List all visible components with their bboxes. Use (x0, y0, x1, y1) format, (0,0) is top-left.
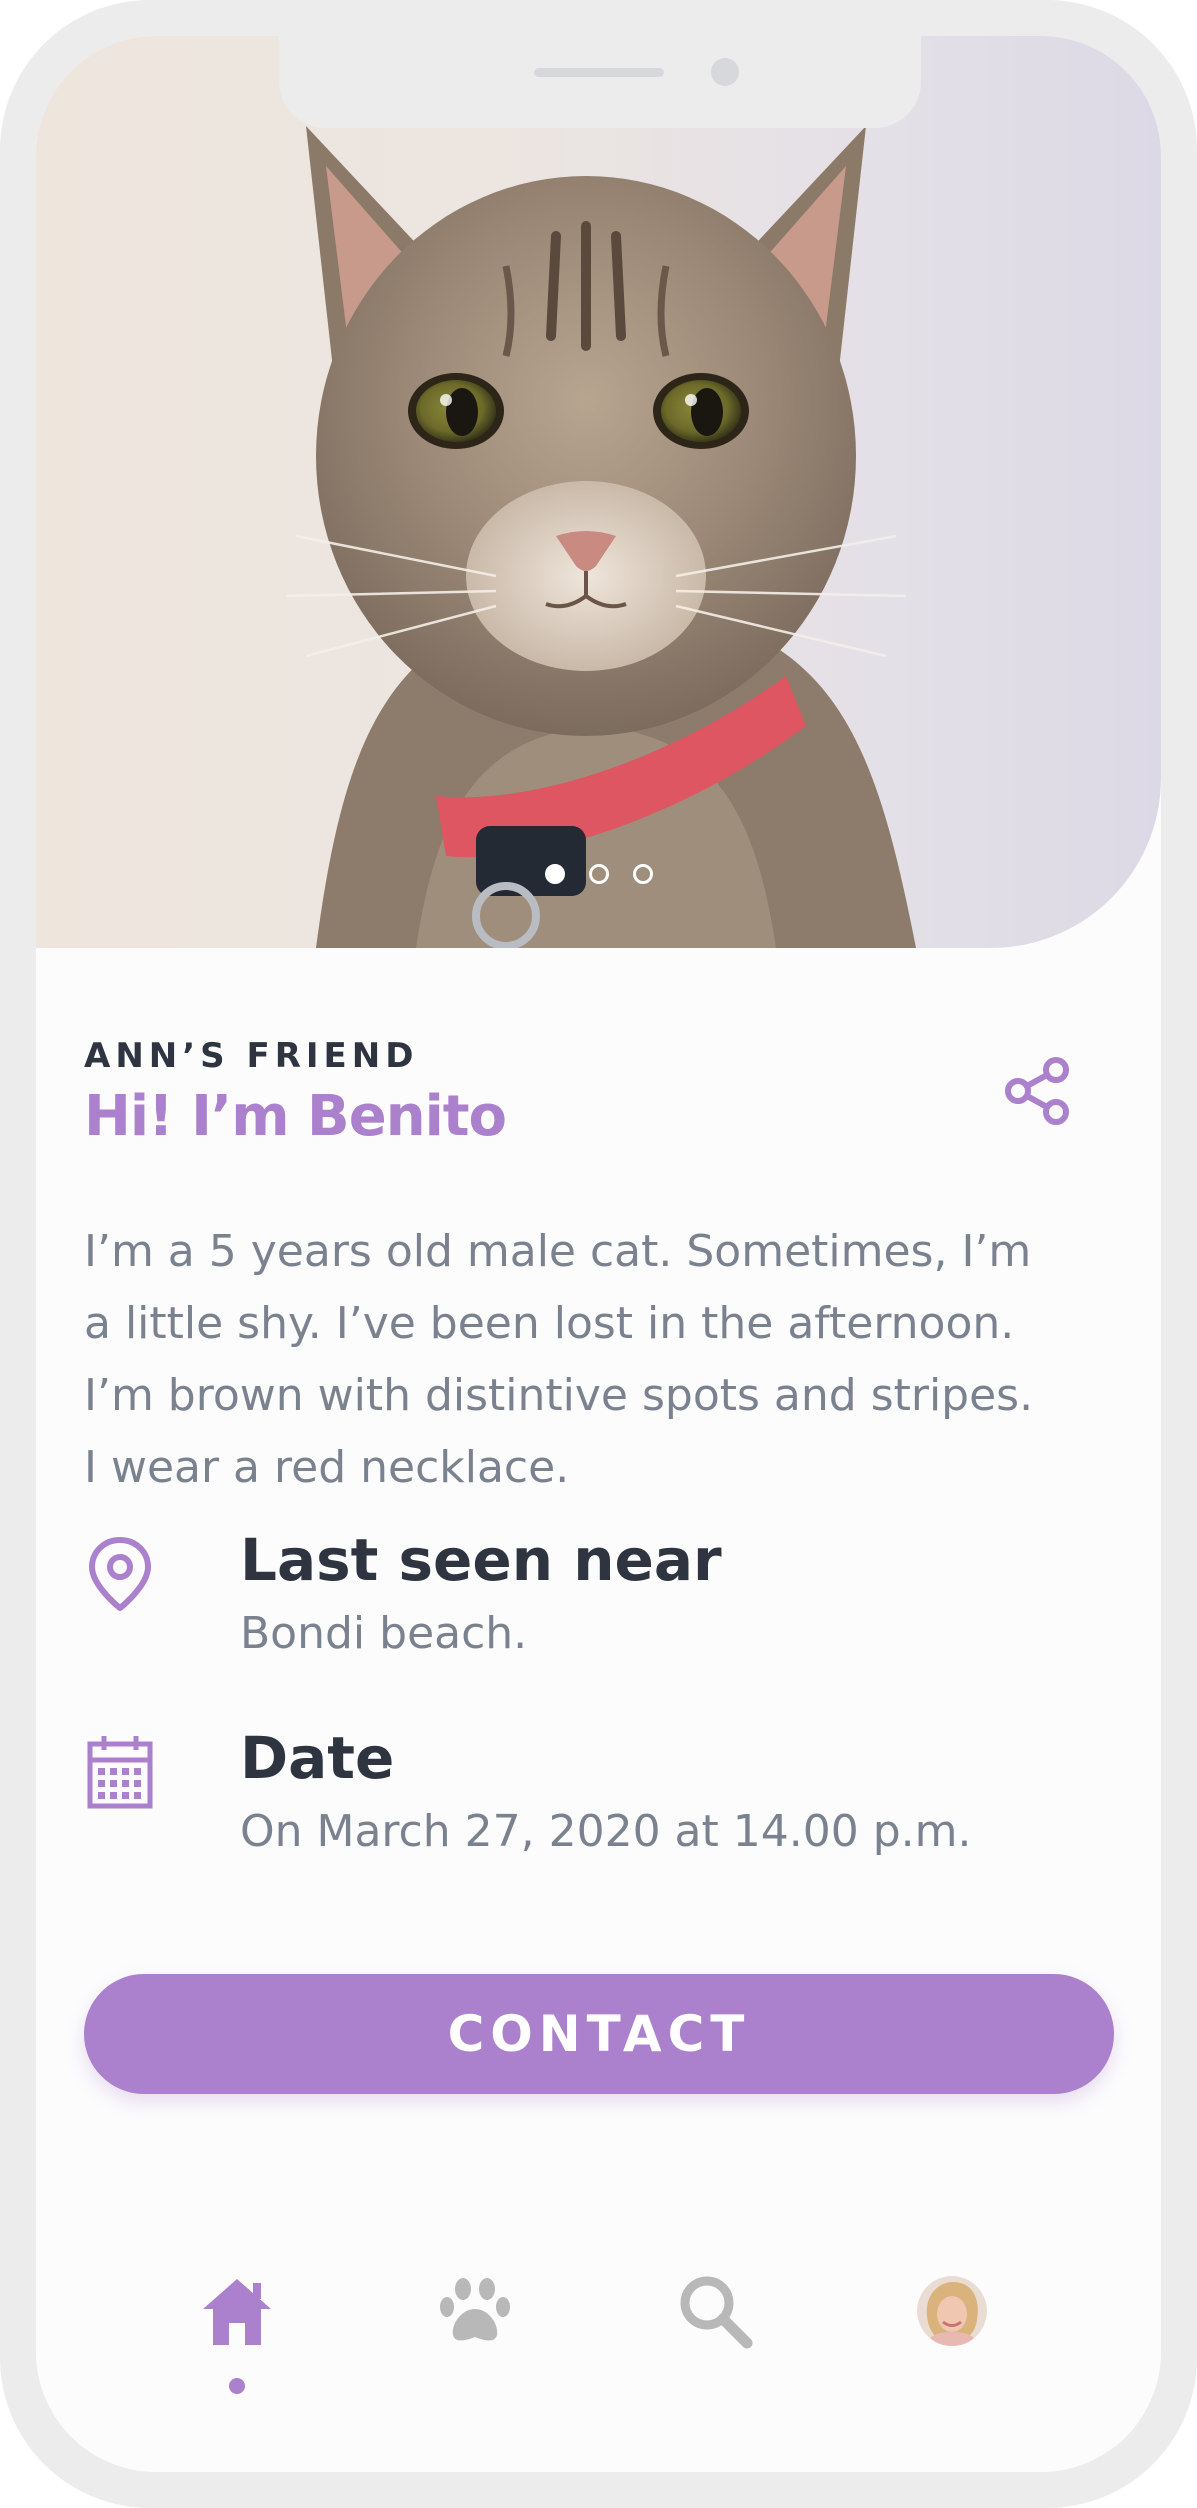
tab-home[interactable] (192, 2266, 282, 2356)
tab-pets[interactable] (430, 2266, 520, 2356)
phone-frame: ANN’S FRIEND Hi! I’m Benito I’m a 5 year… (0, 0, 1197, 2508)
pet-photo-carousel[interactable] (36, 36, 1161, 948)
photo-pager (36, 864, 1161, 884)
contact-button[interactable]: CONTACT (84, 1974, 1114, 2094)
description-line: a little shy. I’ve been lost in the afte… (84, 1298, 1015, 1349)
pager-dot-2[interactable] (588, 864, 609, 884)
paw-icon (440, 2278, 510, 2341)
owner-label: ANN’S FRIEND (84, 1036, 419, 1076)
date-value: On March 27, 2020 at 14.00 p.m. (240, 1806, 972, 1857)
bottom-tab-bar (36, 2266, 1161, 2386)
pager-dot-1[interactable] (544, 864, 565, 884)
share-icon[interactable] (1004, 1056, 1074, 1126)
app-screen: ANN’S FRIEND Hi! I’m Benito I’m a 5 year… (36, 36, 1161, 2472)
calendar-icon (87, 1736, 153, 1809)
description-line: I wear a red necklace. (84, 1442, 570, 1493)
tab-profile[interactable] (907, 2266, 997, 2356)
date-label: Date (240, 1724, 395, 1792)
cat-photo (285, 126, 916, 948)
tab-search[interactable] (670, 2266, 760, 2356)
profile-header: ANN’S FRIEND Hi! I’m Benito (84, 1036, 1114, 1149)
description-line: I’m brown with distintive spots and stri… (84, 1370, 1034, 1421)
map-pin-icon (89, 1537, 151, 1611)
last-seen-label: Last seen near (240, 1526, 722, 1594)
last-seen-value: Bondi beach. (240, 1608, 528, 1659)
pager-dot-3[interactable] (632, 864, 653, 884)
description-line: I’m a 5 years old male cat. Sometimes, I… (84, 1226, 1032, 1277)
search-icon (680, 2276, 753, 2349)
pet-description: I’m a 5 years old male cat. Sometimes, I… (84, 1216, 1134, 1504)
active-tab-indicator (229, 2378, 245, 2394)
home-icon (203, 2279, 271, 2345)
speaker-grille (534, 68, 664, 77)
front-camera (711, 58, 739, 86)
page-title: Hi! I’m Benito (84, 1084, 507, 1149)
device-notch (279, 36, 921, 128)
avatar (917, 2276, 987, 2346)
